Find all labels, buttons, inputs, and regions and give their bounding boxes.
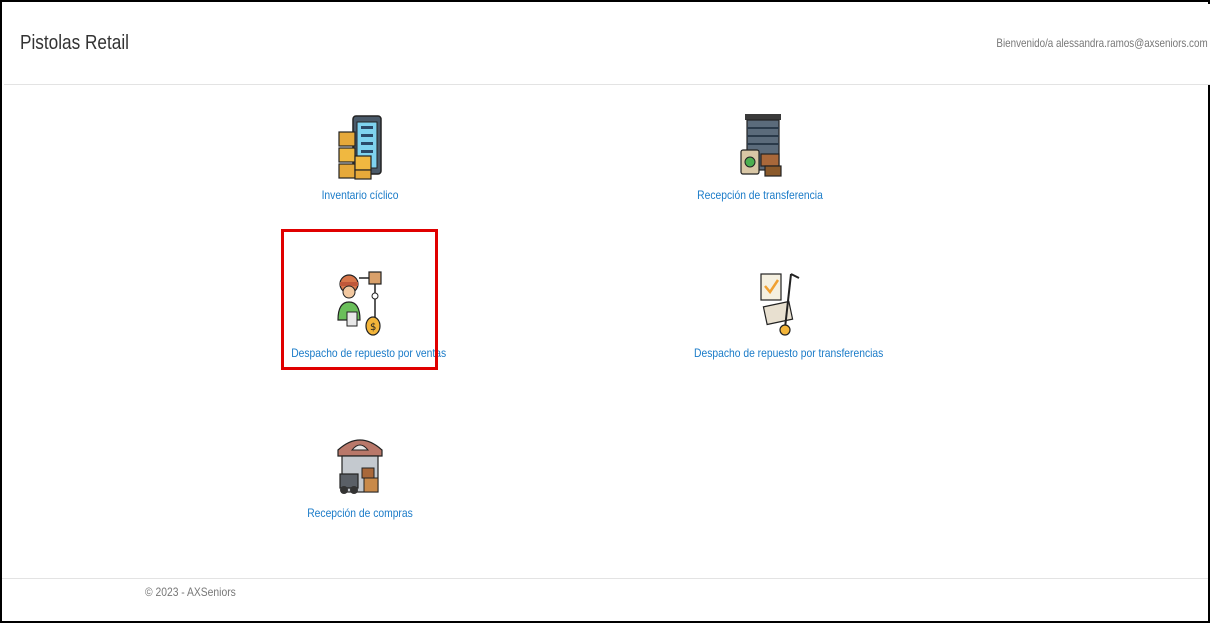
purchase-receipt-icon (337, 439, 383, 494)
app-frame: Pistolas Retail Bienvenido/a alessandra.… (0, 0, 1210, 623)
brand-title[interactable]: Pistolas Retail (20, 32, 129, 55)
tile-label[interactable]: Despacho de repuesto por transferencias (694, 346, 883, 360)
svg-text:$: $ (370, 322, 376, 333)
top-navbar: Pistolas Retail Bienvenido/a alessandra.… (4, 4, 1210, 85)
tile-despacho-ventas[interactable]: $ Despacho de repuesto por ventas (280, 268, 446, 360)
sales-dispatch-icon: $ (337, 271, 382, 336)
welcome-message: Bienvenido/a alessandra.ramos@axseniors.… (996, 36, 1208, 50)
tile-label[interactable]: Recepción de compras (291, 506, 429, 520)
tile-label[interactable]: Despacho de repuesto por ventas (291, 346, 446, 360)
footer-divider (2, 578, 1208, 579)
footer-copyright: © 2023 - AXSeniors (145, 585, 236, 599)
tile-label[interactable]: Inventario cíclico (291, 188, 429, 202)
transfer-dispatch-icon (760, 273, 800, 336)
tile-despacho-transferencias[interactable]: Despacho de repuesto por transferencias (680, 268, 883, 360)
inventory-shelf-icon (338, 115, 382, 180)
tile-recepcion-transferencia[interactable]: Recepción de transferencia (680, 110, 840, 202)
tile-recepcion-compras[interactable]: Recepción de compras (280, 428, 440, 520)
tile-inventario-ciclico[interactable]: Inventario cíclico (280, 110, 440, 202)
tile-label[interactable]: Recepción de transferencia (691, 188, 829, 202)
warehouse-transfer-icon (740, 114, 782, 177)
